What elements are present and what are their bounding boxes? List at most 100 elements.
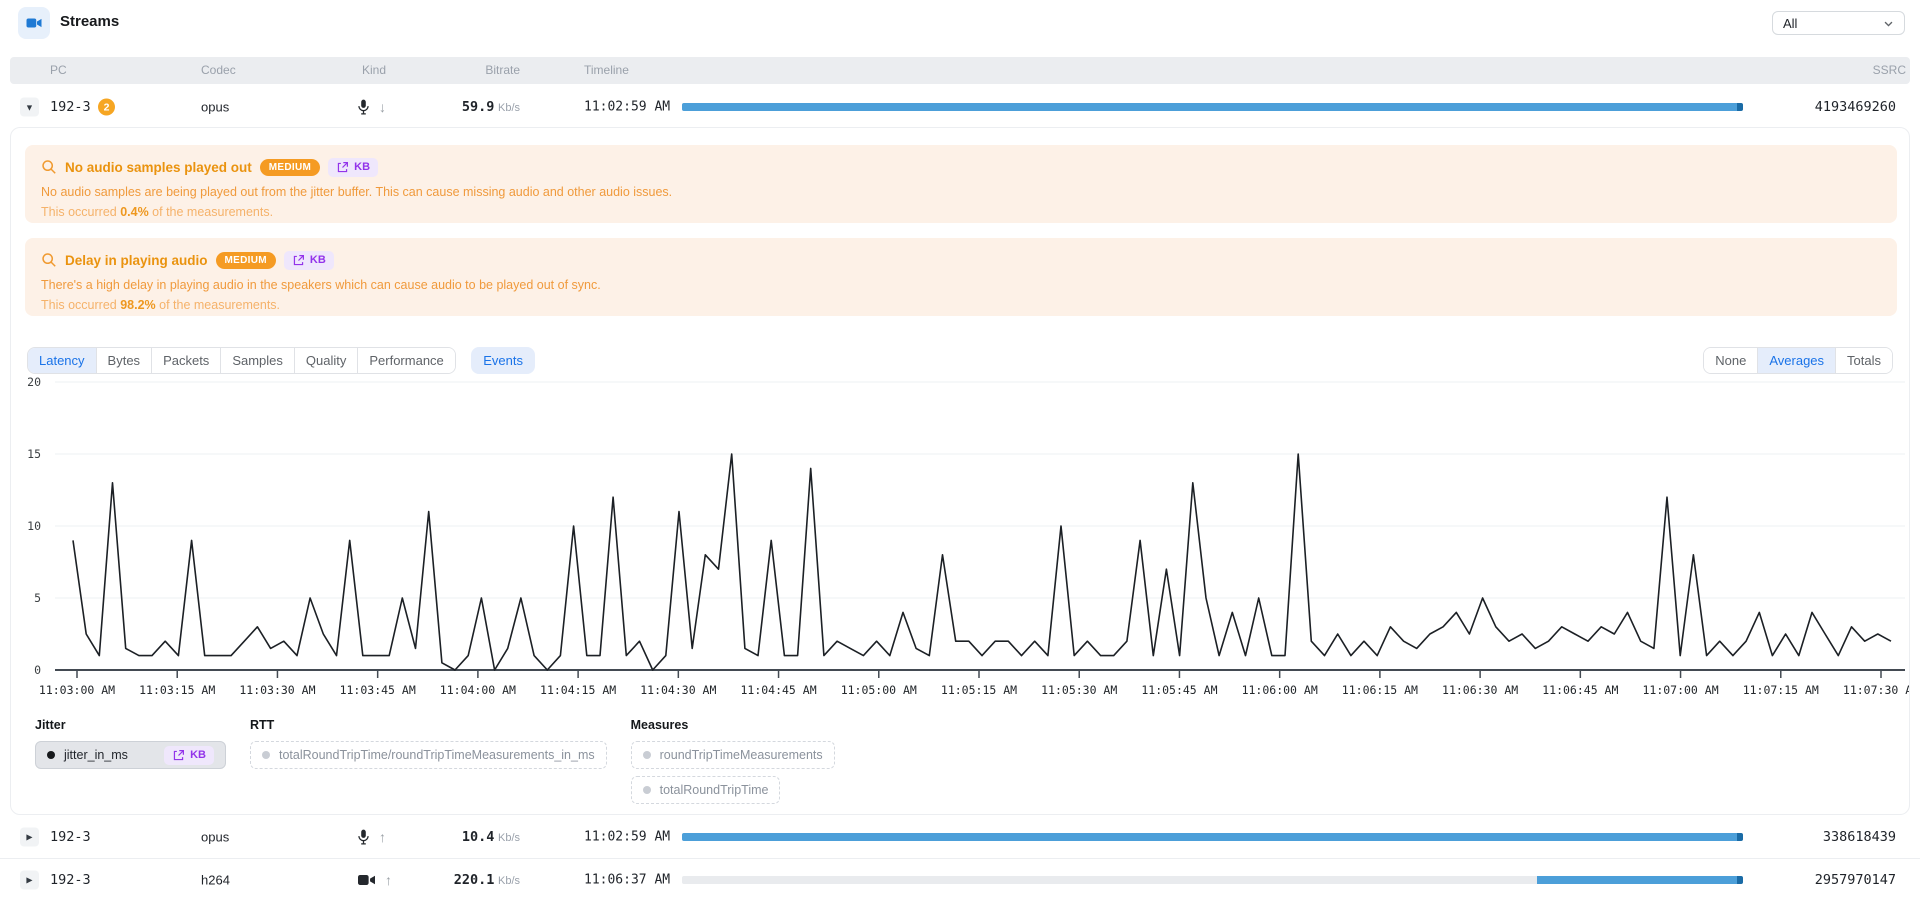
timeline-bar [682,833,1743,841]
legend-item-total-rtt[interactable]: totalRoundTripTime [631,776,781,804]
legend-group-measures: Measures roundTripTimeMeasurements total… [631,718,835,804]
issue-count-badge: 2 [98,99,115,116]
issue-card-no-audio-samples: No audio samples played out MEDIUM KB No… [25,145,1897,223]
pc-label: 192-3 [50,829,91,845]
expand-row-button[interactable]: ▶ [20,871,39,890]
severity-badge: MEDIUM [260,159,320,176]
timeline-bar [682,876,1743,884]
column-codec: Codec [201,63,236,77]
issue-occurrence: This occurred 98.2% of the measurements. [41,298,1881,312]
svg-text:11:07:15 AM: 11:07:15 AM [1743,683,1819,697]
ssrc-value: 338618439 [1696,829,1896,845]
share-icon [172,749,185,762]
expanded-stream-panel: No audio samples played out MEDIUM KB No… [10,127,1910,815]
issue-description: There's a high delay in playing audio in… [41,278,1881,292]
svg-text:11:04:15 AM: 11:04:15 AM [540,683,616,697]
microphone-icon [358,829,369,845]
svg-text:11:06:00 AM: 11:06:00 AM [1242,683,1318,697]
svg-text:0: 0 [34,663,41,677]
microphone-icon [358,99,369,115]
legend-item-rtt-measurements[interactable]: roundTripTimeMeasurements [631,741,835,769]
issue-occurrence: This occurred 0.4% of the measurements. [41,205,1881,219]
column-timeline: Timeline [584,63,629,77]
streams-video-icon [18,7,50,39]
series-dot-icon [47,751,55,759]
codec-label: h264 [201,873,230,888]
svg-text:15: 15 [27,447,41,461]
kb-link[interactable]: KB [328,158,378,177]
column-pc: PC [50,63,67,77]
legend-group-jitter: Jitter jitter_in_ms KB [35,718,226,769]
svg-text:11:03:45 AM: 11:03:45 AM [340,683,416,697]
svg-text:11:05:45 AM: 11:05:45 AM [1141,683,1217,697]
expand-row-button[interactable]: ▶ [20,828,39,847]
table-row: ▼ 192-3 2 opus ↓ 59.9 Kb/s 11:02:59 AM 4… [0,87,1920,127]
svg-text:11:06:30 AM: 11:06:30 AM [1442,683,1518,697]
svg-text:10: 10 [27,519,41,533]
series-dot-icon [262,751,270,759]
legend-group-title: Measures [631,718,835,732]
chevron-down-icon [1883,18,1894,29]
stream-filter-select[interactable]: All [1772,11,1905,35]
stream-rows-collapsed: ▶ 192-3 opus ↑ 10.4 Kb/s 11:02:59 AM 338… [0,816,1920,901]
video-camera-icon [25,14,43,32]
streams-page: Streams All PC Codec Kind Bitrate Timeli… [0,0,1920,901]
issue-description: No audio samples are being played out fr… [41,185,1881,199]
svg-text:11:05:15 AM: 11:05:15 AM [941,683,1017,697]
bitrate-value: 10.4 Kb/s [380,829,520,845]
collapse-row-button[interactable]: ▼ [20,98,39,117]
kb-link[interactable]: KB [284,251,334,270]
stream-start-time: 11:02:59 AM [584,830,670,845]
timeline-bar [682,103,1743,111]
svg-text:11:04:00 AM: 11:04:00 AM [440,683,516,697]
svg-text:11:03:00 AM: 11:03:00 AM [39,683,115,697]
ssrc-value: 2957970147 [1696,872,1896,888]
stream-start-time: 11:02:59 AM [584,100,670,115]
svg-text:11:06:45 AM: 11:06:45 AM [1542,683,1618,697]
chart-legend: Jitter jitter_in_ms KB RTT [35,718,835,804]
codec-label: opus [201,100,229,115]
svg-text:11:06:15 AM: 11:06:15 AM [1342,683,1418,697]
latency-chart-svg: 0 5 10 15 20 11:03:00 AM 11:03:15 AM 11:03:30 A… [11,369,1909,704]
svg-text:20: 20 [27,375,41,389]
filter-selected-value: All [1783,16,1797,31]
svg-text:11:05:30 AM: 11:05:30 AM [1041,683,1117,697]
svg-text:5: 5 [34,591,41,605]
bitrate-value: 220.1 Kb/s [380,872,520,888]
legend-group-title: Jitter [35,718,226,732]
column-kind: Kind [362,63,386,77]
video-camera-icon [358,874,375,886]
column-ssrc: SSRC [1706,63,1906,77]
magnifier-icon [41,252,57,268]
series-dot-icon [643,786,651,794]
latency-chart: 0 5 10 15 20 11:03:00 AM 11:03:15 AM 11:03:30 A… [11,369,1909,704]
stream-start-time: 11:06:37 AM [584,873,670,888]
issue-title: Delay in playing audio [65,253,208,268]
magnifier-icon [41,159,57,175]
share-icon [292,254,305,267]
table-header: PC Codec Kind Bitrate Timeline SSRC [10,57,1910,84]
legend-group-rtt: RTT totalRoundTripTime/roundTripTimeMeas… [250,718,607,769]
svg-text:11:03:30 AM: 11:03:30 AM [239,683,315,697]
kb-link[interactable]: KB [164,746,214,765]
issue-title: No audio samples played out [65,160,252,175]
svg-text:11:07:30 AM: 11:07:30 AM [1843,683,1909,697]
legend-item-total-rtt-ratio[interactable]: totalRoundTripTime/roundTripTimeMeasurem… [250,741,607,769]
share-icon [336,161,349,174]
pc-label: 192-3 [50,99,91,115]
issue-card-delay-playing-audio: Delay in playing audio MEDIUM KB There's… [25,238,1897,316]
svg-text:11:04:30 AM: 11:04:30 AM [640,683,716,697]
svg-text:11:03:15 AM: 11:03:15 AM [139,683,215,697]
pc-label: 192-3 [50,872,91,888]
table-row: ▶ 192-3 h264 ↑ 220.1 Kb/s 11:06:37 AM 29… [0,859,1920,901]
legend-item-jitter-in-ms[interactable]: jitter_in_ms KB [35,741,226,769]
app-header: Streams All [0,0,1920,46]
codec-label: opus [201,830,229,845]
ssrc-value: 4193469260 [1696,99,1896,115]
svg-text:11:05:00 AM: 11:05:00 AM [841,683,917,697]
page-title: Streams [60,13,119,30]
severity-badge: MEDIUM [216,252,276,269]
column-bitrate: Bitrate [390,63,520,77]
bitrate-value: 59.9 Kb/s [380,99,520,115]
table-row: ▶ 192-3 opus ↑ 10.4 Kb/s 11:02:59 AM 338… [0,816,1920,859]
